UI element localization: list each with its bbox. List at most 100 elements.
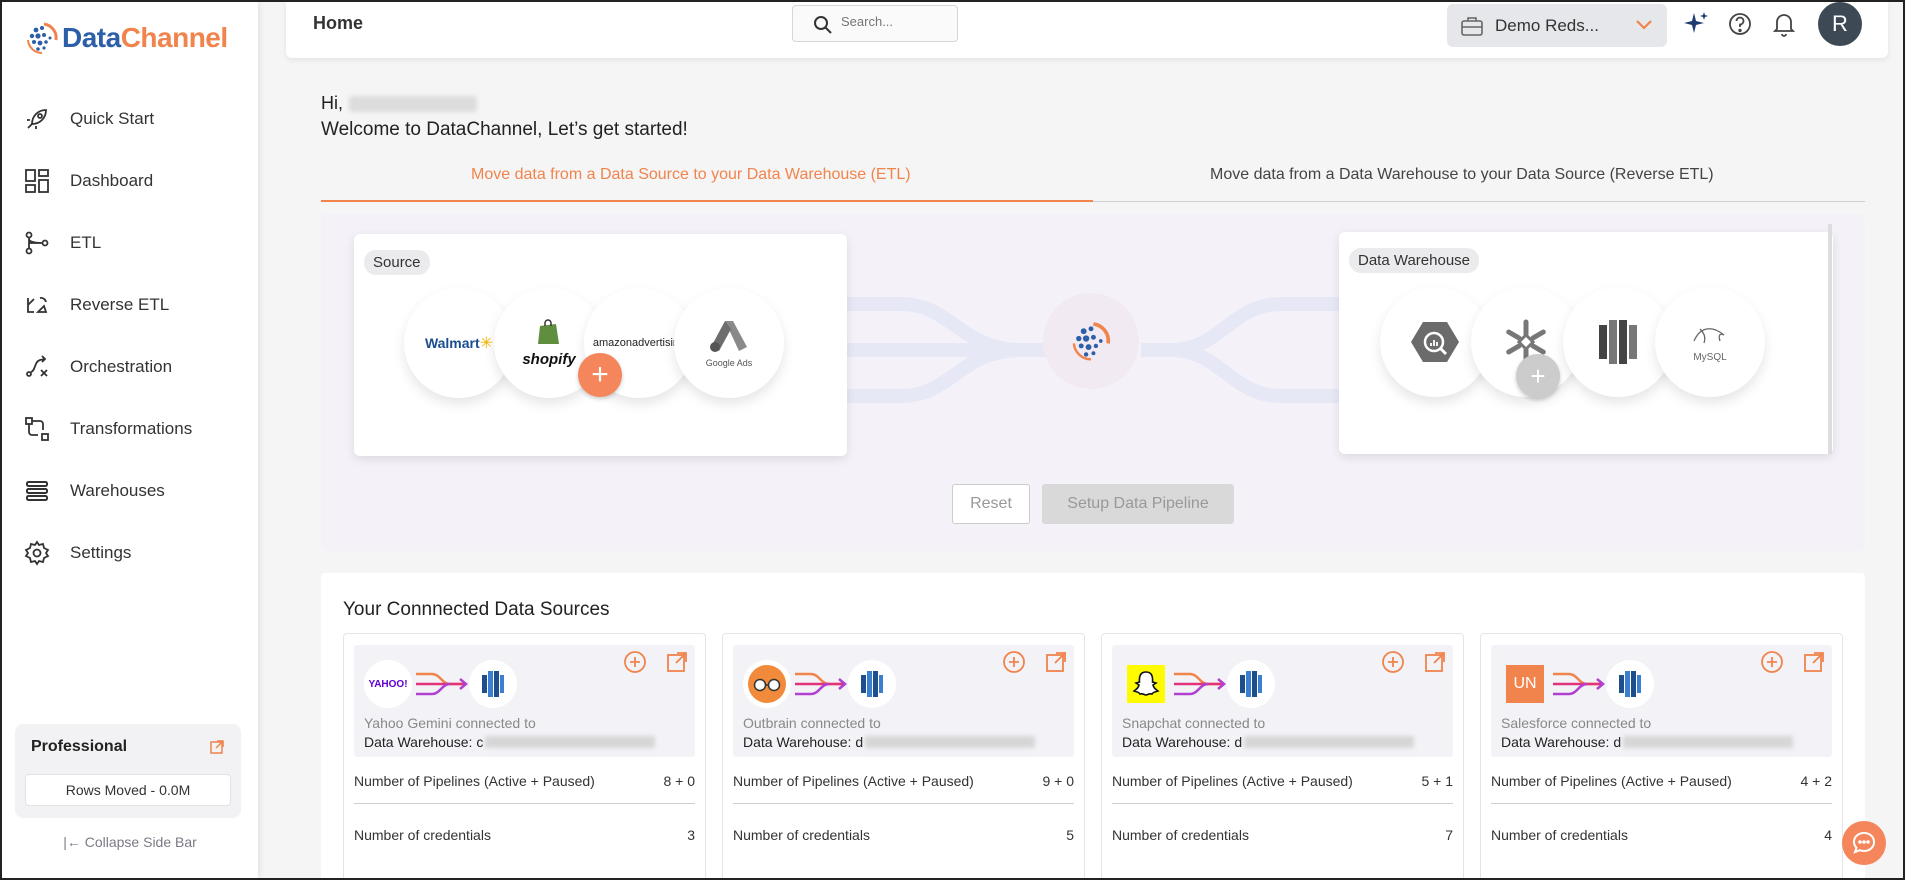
sidebar-item-orchestration[interactable]: Orchestration (2, 336, 258, 398)
salesforce-logo: UN (1506, 665, 1544, 703)
search-input[interactable] (841, 14, 951, 29)
credentials-label: Number of credentials (1112, 827, 1249, 843)
tab-reverse-etl[interactable]: Move data from a Data Warehouse to your … (1210, 166, 1714, 184)
google-ads-logo[interactable]: Google Ads (674, 288, 784, 398)
redshift-icon (1240, 671, 1262, 697)
sidebar-item-etl[interactable]: ETL (2, 212, 258, 274)
search-box[interactable] (792, 5, 958, 42)
search-icon (814, 16, 832, 34)
connected-to-text: Snapchat connected to (1122, 715, 1266, 731)
snapchat-icon (1127, 665, 1165, 703)
warehouse-name: Data Warehouse: d (743, 734, 1036, 750)
data-warehouse-label: Data Warehouse (1349, 248, 1480, 273)
warehouses-icon (26, 481, 48, 501)
sidebar-item-label: Settings (70, 543, 132, 562)
sparkle-icon[interactable] (1682, 10, 1710, 38)
sidebar-item-quick-start[interactable]: Quick Start (2, 88, 258, 150)
credentials-value: 3 (687, 827, 695, 843)
reverse-etl-icon (27, 297, 48, 313)
flow-arrows-icon (416, 672, 468, 696)
datachannel-logo-icon (27, 22, 58, 55)
add-source-button[interactable]: + (578, 353, 622, 397)
chat-support-button[interactable] (1842, 821, 1886, 865)
redshift-icon (482, 671, 504, 697)
add-pipeline-icon[interactable] (1381, 650, 1405, 674)
redshift-logo (848, 660, 896, 708)
brand-part1: Data (62, 22, 121, 53)
pipelines-value: 5 + 1 (1421, 773, 1453, 789)
gear-icon (24, 540, 50, 566)
warehouse-initial: d (1613, 734, 1622, 750)
connected-source-card: YAHOO! Yahoo Gemini connected to Data Wa… (343, 633, 706, 880)
redshift-logo (1606, 660, 1654, 708)
sidebar-item-warehouses[interactable]: Warehouses (2, 460, 258, 522)
sidebar-item-label: Transformations (70, 419, 193, 438)
add-warehouse-button[interactable]: + (1516, 354, 1560, 398)
source-card: Source Walmart ✳ shopify amazonadvertisin… (354, 234, 847, 456)
external-link-icon[interactable] (1044, 650, 1068, 674)
credentials-label: Number of credentials (1491, 827, 1628, 843)
help-icon[interactable] (1726, 10, 1754, 38)
credentials-label: Number of credentials (354, 827, 491, 843)
pipelines-label: Number of Pipelines (Active + Paused) (354, 773, 595, 789)
redshift-icon (1619, 671, 1641, 697)
mysql-logo[interactable]: MySQL (1655, 287, 1765, 397)
add-pipeline-icon[interactable] (1760, 650, 1784, 674)
tab-etl[interactable]: Move data from a Data Source to your Dat… (471, 166, 911, 184)
external-link-icon[interactable] (665, 650, 689, 674)
sidebar-item-dashboard[interactable]: Dashboard (2, 150, 258, 212)
greeting: Hi, (321, 93, 477, 114)
briefcase-icon (1461, 17, 1483, 36)
dashboard-icon (25, 169, 49, 193)
pipelines-label: Number of Pipelines (Active + Paused) (1491, 773, 1732, 789)
redacted-warehouse (1623, 736, 1794, 748)
active-tab-indicator (321, 200, 1093, 202)
warehouse-initial: d (855, 734, 864, 750)
rocket-icon (27, 109, 47, 129)
warehouse-initial: c (476, 734, 484, 750)
bell-icon[interactable] (1770, 10, 1798, 38)
orchestration-icon (26, 355, 48, 377)
yahoo-gemini-logo: YAHOO! (364, 660, 412, 708)
flow-arrows-icon (1553, 672, 1605, 696)
walmart-logo-text: Walmart (424, 335, 480, 351)
add-pipeline-icon[interactable] (1002, 650, 1026, 674)
flow-scrollbar[interactable] (1828, 224, 1832, 454)
avatar[interactable]: R (1818, 2, 1862, 46)
redshift-icon (861, 671, 883, 697)
shopify-bag-icon (538, 319, 559, 344)
credentials-label: Number of credentials (733, 827, 870, 843)
warehouse-label: Data Warehouse: (743, 734, 852, 750)
connected-to-text: Outbrain connected to (743, 715, 881, 731)
workspace-selector[interactable]: Demo Reds... (1447, 4, 1667, 47)
collapse-sidebar-button[interactable]: |← Collapse Side Bar (2, 834, 258, 850)
workspace-name: Demo Reds... (1495, 16, 1599, 35)
sidebar-item-label: Reverse ETL (70, 295, 170, 314)
sidebar-item-reverse-etl[interactable]: Reverse ETL (2, 274, 258, 336)
warehouse-label: Data Warehouse: (1501, 734, 1610, 750)
external-link-icon[interactable] (209, 739, 225, 755)
bigquery-icon (1411, 322, 1459, 362)
add-pipeline-icon[interactable] (623, 650, 647, 674)
credentials-value: 7 (1445, 827, 1453, 843)
connection-summary: YAHOO! Yahoo Gemini connected to Data Wa… (354, 645, 695, 757)
datachannel-logo[interactable]: DataChannel (24, 20, 228, 56)
brand-part2: Channel (120, 22, 228, 53)
sidebar-item-settings[interactable]: Settings (2, 522, 258, 584)
credentials-value: 5 (1066, 827, 1074, 843)
sidebar-item-label: ETL (70, 233, 102, 252)
chevron-down-icon (1636, 20, 1652, 30)
pipelines-metric: Number of Pipelines (Active + Paused) 4 +… (1491, 773, 1832, 804)
redacted-user-name (349, 95, 477, 112)
credentials-metric: Number of credentials 5 (733, 827, 1074, 843)
warehouse-initial: d (1234, 734, 1243, 750)
sidebar-item-label: Quick Start (70, 109, 155, 128)
setup-pipeline-button[interactable]: Setup Data Pipeline (1042, 484, 1234, 524)
external-link-icon[interactable] (1802, 650, 1826, 674)
external-link-icon[interactable] (1423, 650, 1447, 674)
collapse-icon: |← (63, 834, 85, 850)
reset-button[interactable]: Reset (952, 484, 1030, 524)
pipelines-metric: Number of Pipelines (Active + Paused) 5 +… (1112, 773, 1453, 804)
sidebar-item-transformations[interactable]: Transformations (2, 398, 258, 460)
connection-summary: Outbrain connected to Data Warehouse: d (733, 645, 1074, 757)
